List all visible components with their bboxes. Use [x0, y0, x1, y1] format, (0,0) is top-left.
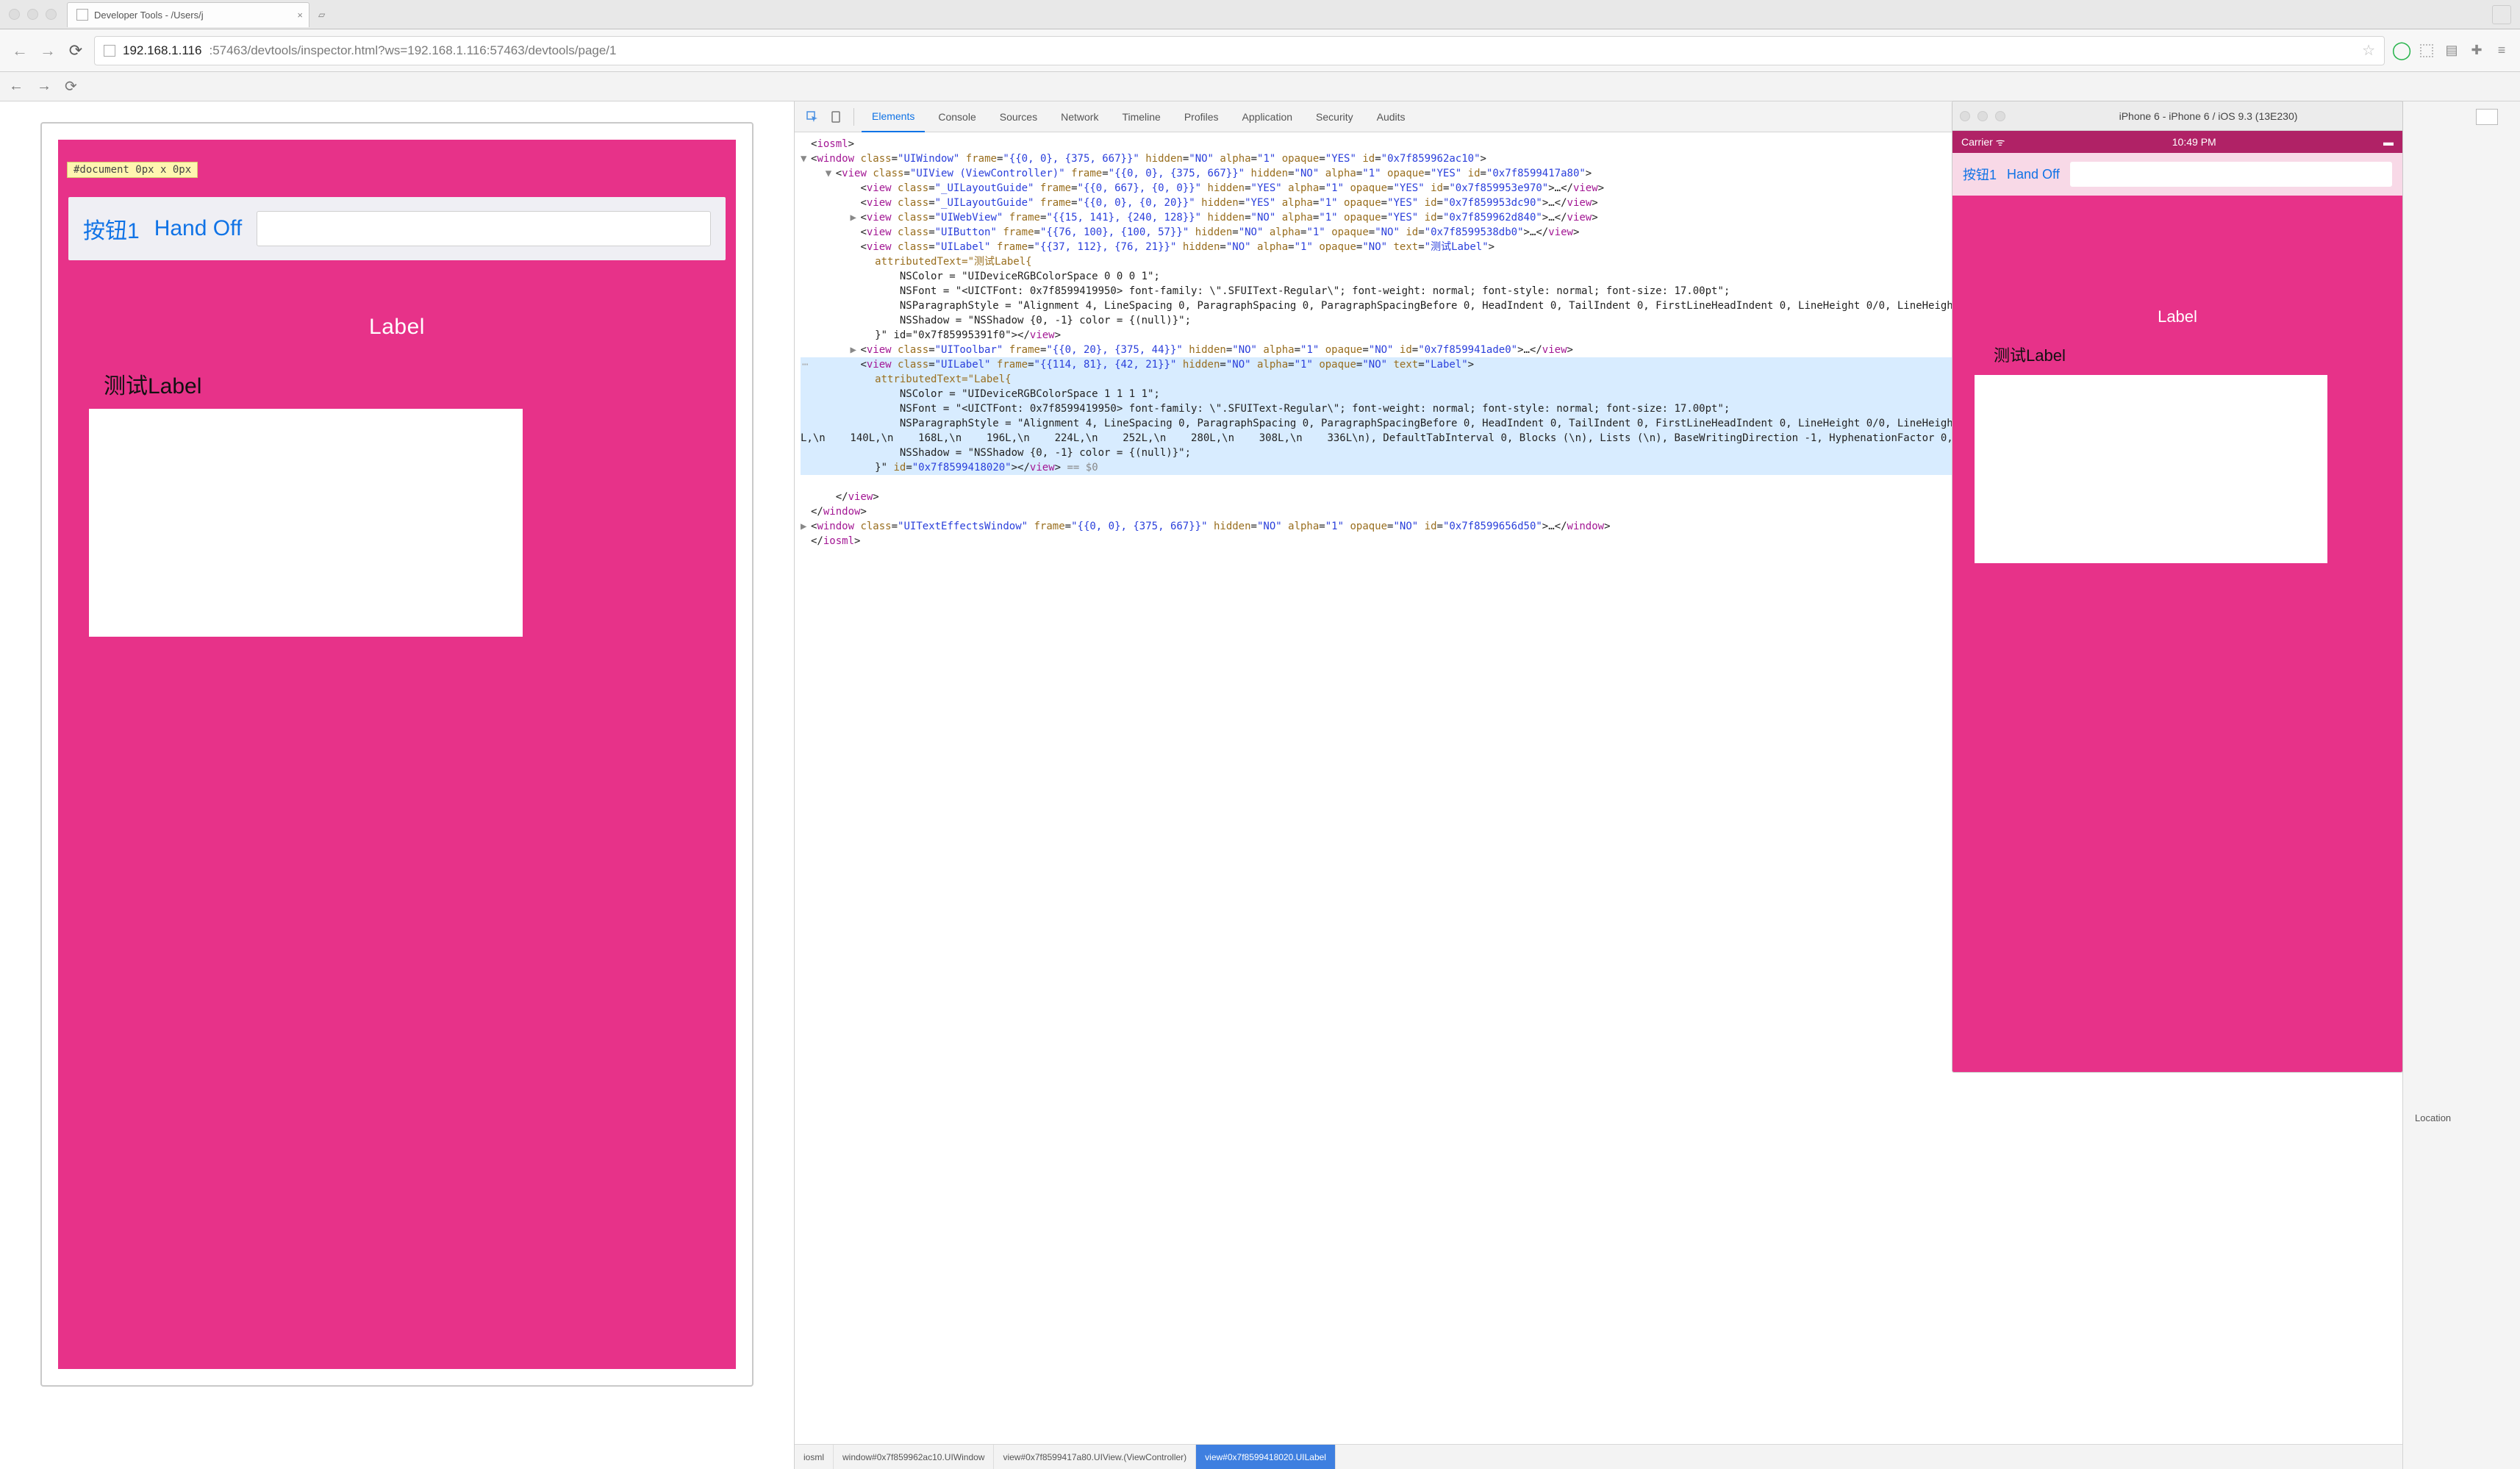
close-icon[interactable]: [9, 9, 20, 20]
traffic-lights: [9, 9, 57, 20]
ios-toolbar: 按钮1 Hand Off: [68, 197, 726, 260]
tab-console[interactable]: Console: [928, 101, 986, 132]
crumb-window[interactable]: window#0x7f859962ac10.UIWindow: [834, 1445, 994, 1469]
ios-toolbar: 按钮1 Hand Off: [1952, 153, 2402, 196]
ios-status-bar: Carrier ᯤ 10:49 PM ▬: [1952, 131, 2402, 153]
crumb-selected[interactable]: view#0x7f8599418020.UILabel: [1196, 1445, 1336, 1469]
wifi-icon: ᯤ: [1996, 136, 2005, 148]
simulator-window[interactable]: iPhone 6 - iPhone 6 / iOS 9.3 (13E230) C…: [1952, 101, 2402, 1072]
reload-icon[interactable]: ⟳: [65, 77, 77, 96]
ios-rendered-view: #document 0px x 0px 按钮1 Hand Off Label 测…: [58, 140, 736, 1369]
right-sidebar: Location: [2402, 101, 2520, 1469]
tab-close-icon[interactable]: ×: [297, 10, 303, 21]
simulator-title: iPhone 6 - iPhone 6 / iOS 9.3 (13E230): [2022, 110, 2395, 122]
location-label: Location: [2415, 1112, 2451, 1123]
simulator-titlebar[interactable]: iPhone 6 - iPhone 6 / iOS 9.3 (13E230): [1952, 101, 2402, 131]
traffic-lights: [1960, 111, 2005, 121]
inspect-tooltip: #document 0px x 0px: [67, 162, 198, 178]
crumb-iosml[interactable]: iosml: [795, 1445, 834, 1469]
crumb-view[interactable]: view#0x7f8599417a80.UIView.(ViewControll…: [994, 1445, 1196, 1469]
center-label: Label: [58, 315, 736, 340]
test-label: 测试Label: [104, 368, 201, 400]
tab-profiles[interactable]: Profiles: [1174, 101, 1229, 132]
toolbar-textfield[interactable]: [257, 211, 711, 246]
inspect-element-icon[interactable]: [802, 107, 823, 127]
url-host: 192.168.1.116: [123, 43, 201, 58]
toolbar-button-1[interactable]: 按钮1: [1963, 165, 1997, 184]
tab-application[interactable]: Application: [1232, 101, 1303, 132]
toolbar: ← → ⟳ 192.168.1.116 :57463/devtools/inspe…: [0, 29, 2520, 72]
back-icon[interactable]: ←: [10, 41, 29, 60]
device-preview-pane: #document 0px x 0px 按钮1 Hand Off Label 测…: [0, 101, 794, 1469]
extension-puzzle-icon[interactable]: ✚: [2469, 43, 2485, 59]
toolbar-textfield[interactable]: [2070, 162, 2392, 187]
back-icon[interactable]: ←: [9, 78, 24, 95]
tab-timeline[interactable]: Timeline: [1112, 101, 1170, 132]
tab-security[interactable]: Security: [1306, 101, 1364, 132]
toolbar-button-handoff[interactable]: Hand Off: [154, 216, 243, 241]
bookmark-star-icon[interactable]: ☆: [2362, 41, 2375, 60]
webview-box: [1975, 375, 2327, 563]
tab-network[interactable]: Network: [1050, 101, 1109, 132]
reload-icon[interactable]: ⟳: [66, 41, 85, 60]
battery-icon: ▬: [2383, 136, 2394, 148]
breadcrumb: iosml window#0x7f859962ac10.UIWindow vie…: [795, 1444, 2446, 1469]
close-icon[interactable]: [1960, 111, 1970, 121]
devtools-nav: ← → ⟳: [0, 72, 2520, 101]
browser-tab[interactable]: Developer Tools - /Users/j ×: [67, 2, 309, 27]
tab-sources[interactable]: Sources: [989, 101, 1048, 132]
test-label: 测试Label: [1994, 343, 2066, 366]
extension-green-icon[interactable]: ◯: [2394, 43, 2410, 59]
device-toggle-icon[interactable]: [826, 107, 846, 127]
url-path: :57463/devtools/inspector.html?ws=192.16…: [209, 43, 616, 58]
tab-title: Developer Tools - /Users/j: [94, 10, 204, 21]
forward-icon[interactable]: →: [38, 41, 57, 60]
extension-grid-icon[interactable]: [2419, 43, 2435, 59]
carrier-label: Carrier ᯤ: [1961, 135, 2005, 149]
toolbar-button-1[interactable]: 按钮1: [83, 212, 140, 245]
tab-elements[interactable]: Elements: [862, 102, 925, 132]
toolbar-button-handoff[interactable]: Hand Off: [2007, 167, 2060, 182]
forward-icon[interactable]: →: [37, 78, 51, 95]
address-bar[interactable]: 192.168.1.116 :57463/devtools/inspector.h…: [94, 36, 2385, 65]
ios-screen: Label 测试Label: [1952, 196, 2402, 1072]
extension-list-icon[interactable]: ▤: [2444, 43, 2460, 59]
profile-avatar[interactable]: [2492, 5, 2511, 24]
site-info-icon[interactable]: [104, 45, 115, 57]
extension-icons: ◯ ▤ ✚ ≡: [2394, 43, 2510, 59]
tab-audits[interactable]: Audits: [1367, 101, 1416, 132]
minimize-icon[interactable]: [1977, 111, 1988, 121]
new-tab-icon[interactable]: ▱: [318, 10, 325, 20]
window-titlebar: Developer Tools - /Users/j × ▱: [0, 0, 2520, 29]
device-frame: #document 0px x 0px 按钮1 Hand Off Label 测…: [40, 122, 754, 1387]
page-icon: [76, 9, 88, 21]
panel-toggle-icon[interactable]: [2476, 109, 2498, 125]
center-label: Label: [1952, 307, 2402, 326]
clock-label: 10:49 PM: [2172, 136, 2216, 148]
zoom-icon[interactable]: [46, 9, 57, 20]
zoom-icon[interactable]: [1995, 111, 2005, 121]
menu-icon[interactable]: ≡: [2494, 43, 2510, 59]
webview-box: [89, 409, 523, 637]
minimize-icon[interactable]: [27, 9, 38, 20]
